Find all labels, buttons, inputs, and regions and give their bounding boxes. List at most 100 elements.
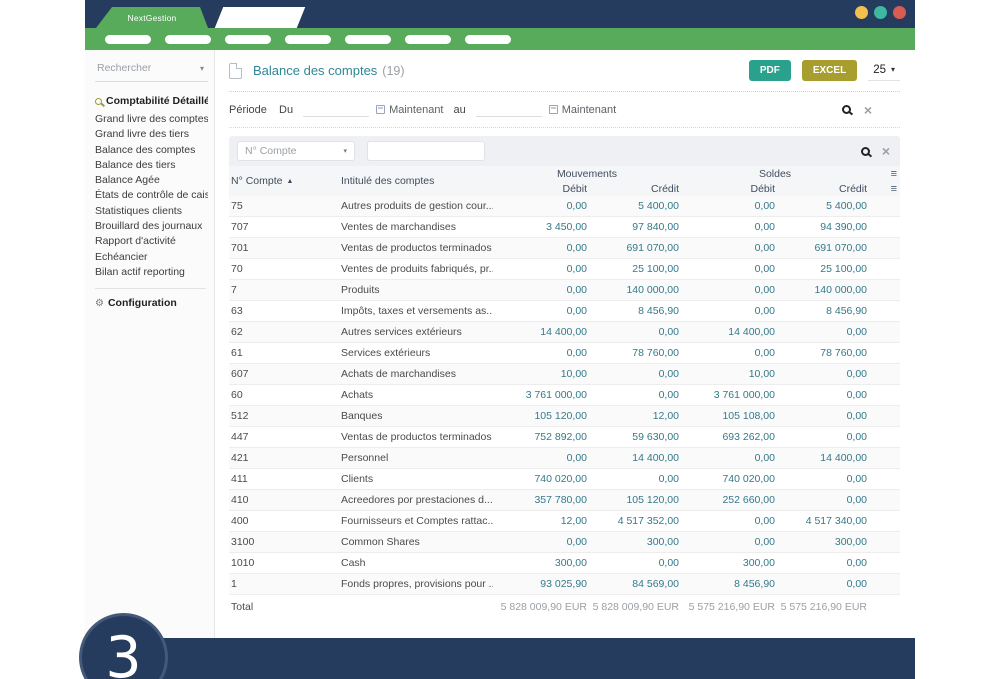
table-cell: 447	[229, 431, 341, 443]
table-row[interactable]: 61Services extérieurs0,0078 760,000,0078…	[229, 343, 900, 364]
sidebar-search-select[interactable]: Rechercher ▾	[95, 60, 208, 82]
pdf-export-button[interactable]: PDF	[749, 60, 791, 81]
table-cell: Produits	[341, 284, 493, 296]
sidebar-item-configuration[interactable]: ⚙ Configuration	[95, 297, 208, 309]
table-row[interactable]: 1010Cash300,000,00300,000,00	[229, 553, 900, 574]
table-row[interactable]: 701Ventas de productos terminados0,00691…	[229, 238, 900, 259]
table-cell: 0,00	[493, 536, 589, 548]
sidebar-item[interactable]: États de contrôle de caisse	[95, 188, 208, 203]
table-row[interactable]: 3100Common Shares0,00300,000,00300,00	[229, 532, 900, 553]
column-settings-icon[interactable]: ≡	[869, 168, 899, 180]
table-cell: 12,00	[493, 515, 589, 527]
table-cell: 693 262,00	[681, 431, 777, 443]
account-filter-select[interactable]: N° Compte ▾	[237, 141, 355, 161]
table-row[interactable]: 512Banques105 120,0012,00105 108,000,00	[229, 406, 900, 427]
sidebar-item[interactable]: Bilan actif reporting	[95, 265, 208, 280]
menu-item-redacted[interactable]	[225, 35, 271, 44]
table-row[interactable]: 421Personnel0,0014 400,000,0014 400,00	[229, 448, 900, 469]
table-row[interactable]: 607Achats de marchandises10,000,0010,000…	[229, 364, 900, 385]
column-settings-icon[interactable]: ≡	[869, 183, 899, 195]
clear-icon[interactable]: ×	[882, 144, 890, 158]
table-row[interactable]: 410Acreedores por prestaciones d...357 7…	[229, 490, 900, 511]
table-cell: 14 400,00	[681, 326, 777, 338]
table-row[interactable]: 707Ventes de marchandises3 450,0097 840,…	[229, 217, 900, 238]
sidebar-item[interactable]: Grand livre des tiers	[95, 127, 208, 142]
calendar-icon[interactable]	[376, 105, 385, 114]
clear-icon[interactable]: ×	[864, 103, 872, 117]
table-cell: Fonds propres, provisions pour ...	[341, 578, 493, 590]
sidebar-item[interactable]: Grand livre des comptes	[95, 112, 208, 127]
table-cell: Banques	[341, 410, 493, 422]
minimize-dot-icon[interactable]	[855, 6, 868, 19]
sidebar-item[interactable]: Rapport d'activité	[95, 234, 208, 249]
table-row[interactable]: 411Clients740 020,000,00740 020,000,00	[229, 469, 900, 490]
table-row[interactable]: 62Autres services extérieurs14 400,000,0…	[229, 322, 900, 343]
table-cell: 10,00	[681, 368, 777, 380]
brand-tab[interactable]: NextGestion	[96, 7, 208, 28]
menu-item-redacted[interactable]	[285, 35, 331, 44]
sidebar-item[interactable]: Balance des comptes	[95, 143, 208, 158]
account-filter-input[interactable]	[367, 141, 485, 161]
table-cell: 25 100,00	[589, 263, 681, 275]
table-cell: 61	[229, 347, 341, 359]
menu-item-redacted[interactable]	[105, 35, 151, 44]
sidebar-search-placeholder: Rechercher	[97, 62, 151, 74]
table-cell: 0,00	[777, 326, 869, 338]
table-header: N° Compte ▲ Intitulé des comptes Mouveme…	[229, 166, 900, 196]
table-cell: 512	[229, 410, 341, 422]
table-row[interactable]: 60Achats3 761 000,000,003 761 000,000,00	[229, 385, 900, 406]
excel-export-button[interactable]: EXCEL	[802, 60, 857, 81]
table-cell: 0,00	[589, 557, 681, 569]
table-cell: 0,00	[681, 305, 777, 317]
menu-item-redacted[interactable]	[465, 35, 511, 44]
table-cell: Ventas de productos terminados	[341, 242, 493, 254]
table-cell: Common Shares	[341, 536, 493, 548]
table-cell: 252 660,00	[681, 494, 777, 506]
table-cell: 4 517 340,00	[777, 515, 869, 527]
column-header-mouvements-credit[interactable]: Crédit	[589, 183, 681, 195]
column-header-compte[interactable]: N° Compte ▲	[229, 175, 341, 187]
column-header-soldes-credit[interactable]: Crédit	[777, 183, 869, 195]
total-soldes-credit: 5 575 216,90 EUR	[777, 601, 869, 613]
sidebar-item[interactable]: Balance des tiers	[95, 158, 208, 173]
column-header-intitule[interactable]: Intitulé des comptes	[341, 175, 493, 187]
period-from-input[interactable]	[303, 103, 369, 117]
page-title: Balance des comptes	[253, 63, 377, 78]
menu-item-redacted[interactable]	[345, 35, 391, 44]
period-from-label: Du	[279, 104, 293, 116]
search-icon[interactable]	[842, 105, 851, 114]
column-header-mouvements-debit[interactable]: Débit	[493, 183, 589, 195]
title-bar: NextGestion	[85, 0, 915, 28]
table-row[interactable]: 70Ventes de produits fabriqués, pr...0,0…	[229, 259, 900, 280]
group-header-mouvements: Mouvements	[493, 168, 681, 180]
sidebar-item[interactable]: Balance Agée	[95, 173, 208, 188]
table-cell: 140 000,00	[777, 284, 869, 296]
table-row[interactable]: 400Fournisseurs et Comptes rattac...12,0…	[229, 511, 900, 532]
secondary-tab[interactable]	[215, 7, 305, 28]
page-size-select[interactable]: 25 ▾	[868, 61, 900, 81]
sidebar-item[interactable]: Statistiques clients	[95, 204, 208, 219]
configuration-label: Configuration	[108, 297, 177, 309]
table-row[interactable]: 63Impôts, taxes et versements as...0,008…	[229, 301, 900, 322]
sidebar-item[interactable]: Brouillard des journaux	[95, 219, 208, 234]
table-cell: 607	[229, 368, 341, 380]
table-row[interactable]: 75Autres produits de gestion cour...0,00…	[229, 196, 900, 217]
search-icon[interactable]	[861, 147, 870, 156]
sort-asc-icon: ▲	[286, 178, 293, 185]
sidebar-item[interactable]: Echéancier	[95, 250, 208, 265]
calendar-icon[interactable]	[549, 105, 558, 114]
column-header-soldes-debit[interactable]: Débit	[681, 183, 777, 195]
table-cell: 0,00	[681, 536, 777, 548]
period-to-input[interactable]	[476, 103, 542, 117]
table-row[interactable]: 7Produits0,00140 000,000,00140 000,00	[229, 280, 900, 301]
table-cell: 0,00	[493, 200, 589, 212]
maximize-dot-icon[interactable]	[874, 6, 887, 19]
menu-item-redacted[interactable]	[165, 35, 211, 44]
table-row[interactable]: 1Fonds propres, provisions pour ...93 02…	[229, 574, 900, 595]
close-dot-icon[interactable]	[893, 6, 906, 19]
table-cell: 105 120,00	[589, 494, 681, 506]
menu-item-redacted[interactable]	[405, 35, 451, 44]
table-row[interactable]: 447Ventas de productos terminados752 892…	[229, 427, 900, 448]
sidebar-section-comptabilite[interactable]: Comptabilité Détaillé...	[95, 95, 208, 107]
table-cell: 75	[229, 200, 341, 212]
